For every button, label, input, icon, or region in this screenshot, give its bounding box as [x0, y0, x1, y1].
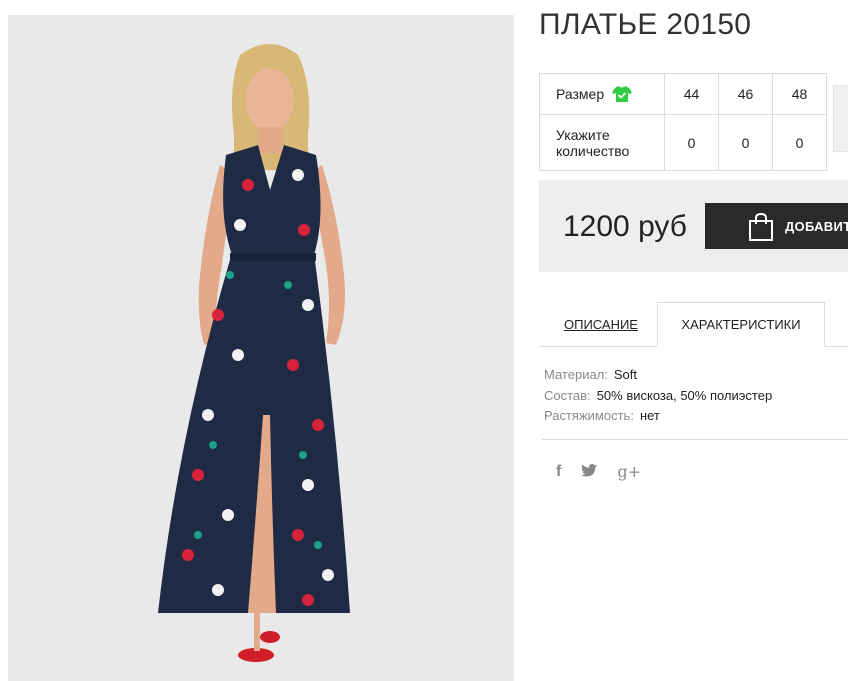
characteristic-key: Состав: [544, 387, 591, 403]
characteristic-row: Состав: 50% вискоза, 50% полиэстер [544, 386, 772, 407]
characteristic-key: Материал: [544, 367, 608, 382]
characteristic-value: Soft [613, 367, 638, 382]
side-panel-edge [833, 85, 848, 152]
quantity-field-46[interactable]: 0 [718, 114, 773, 171]
product-price: 1200 руб [563, 210, 687, 243]
quantity-field-44[interactable]: 0 [664, 114, 719, 171]
product-photo[interactable] [8, 15, 514, 681]
add-to-cart-label: ДОБАВИТЬ [785, 218, 848, 234]
shopping-bag-icon [749, 212, 773, 241]
facebook-icon[interactable]: f [556, 463, 561, 481]
size-table: Размер 44 46 48 Укажите количество 0 0 0 [539, 73, 827, 171]
size-option-48[interactable]: 48 [772, 73, 827, 115]
dress-model-image [8, 15, 514, 681]
characteristic-value: нет [639, 408, 660, 423]
characteristic-row: Растяжимость: нет [544, 406, 772, 427]
characteristic-row: Материал: Soft [544, 365, 772, 386]
google-plus-icon[interactable]: g+ [617, 462, 641, 481]
tab-description[interactable]: ОПИСАНИЕ [549, 302, 653, 347]
social-share: f g+ [556, 462, 641, 481]
tab-characteristics[interactable]: ХАРАКТЕРИСТИКИ [657, 302, 825, 347]
twitter-icon[interactable] [581, 462, 598, 481]
size-label: Размер [556, 86, 605, 102]
quantity-row: Укажите количество 0 0 0 [539, 114, 827, 171]
characteristic-value: 50% вискоза, 50% полиэстер [596, 387, 773, 403]
product-title: ПЛАТЬЕ 20150 [539, 8, 752, 41]
size-label-cell: Размер [539, 73, 665, 115]
twitter-bird-icon [581, 464, 598, 477]
characteristics-list: Материал: Soft Состав: 50% вискоза, 50% по… [544, 365, 772, 427]
size-option-46[interactable]: 46 [718, 73, 773, 115]
characteristic-key: Растяжимость: [544, 408, 634, 423]
size-option-44[interactable]: 44 [664, 73, 719, 115]
size-row: Размер 44 46 48 [539, 73, 827, 115]
divider [542, 439, 848, 440]
add-to-cart-button[interactable]: ДОБАВИТЬ [705, 203, 848, 249]
tshirt-check-icon[interactable] [612, 85, 633, 103]
quantity-field-48[interactable]: 0 [772, 114, 827, 171]
price-box: 1200 руб ДОБАВИТЬ [539, 180, 848, 272]
product-tabs: ОПИСАНИЕ ХАРАКТЕРИСТИКИ [539, 302, 848, 348]
quantity-label: Укажите количество [539, 114, 665, 171]
